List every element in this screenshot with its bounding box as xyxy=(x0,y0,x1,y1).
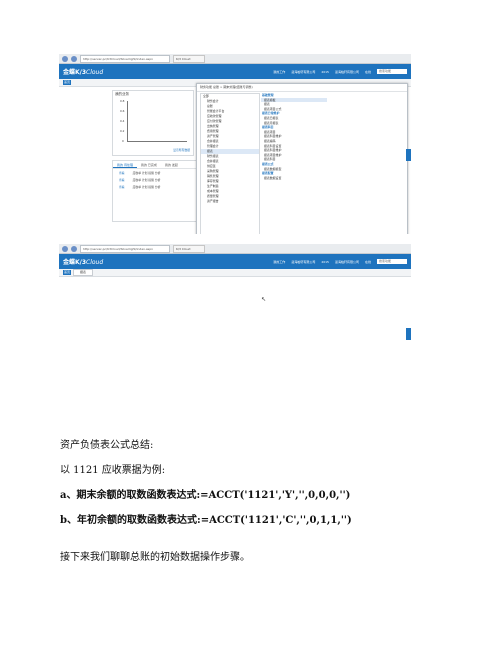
formula-b-label: b、年初余额的取数函数表达式: xyxy=(60,515,201,526)
search-input[interactable]: 搜索功能 xyxy=(377,69,407,74)
top-menu-item[interactable]: 2015 xyxy=(321,70,329,74)
y-axis xyxy=(127,101,128,141)
k3-logo: 金蝶K/3Cloud xyxy=(63,259,104,266)
top-menu: 我的工作 蓝海柏轩有限公司 2015 蓝海柏轩有限公司 在线 搜索功能 xyxy=(273,69,407,74)
function-list: 基础管理 报表模板 报表 报表项目公式 报表日常维护 报表日报表 报表月报表 报表科目 报表项目… xyxy=(261,93,327,233)
app-header: 金蝶K/3Cloud 我的工作 蓝海柏轩有限公司 2015 蓝海柏轩有限公司 在… xyxy=(59,64,411,79)
mouse-cursor-icon: ↖ xyxy=(261,296,267,303)
next-step-text: 接下来我们聊聊总账的初始数据操作步骤。 xyxy=(60,552,250,563)
view-link[interactable]: 查看 xyxy=(119,171,125,175)
browser-tab[interactable]: K/3 Cloud xyxy=(173,244,205,253)
popup-breadcrumb: 财务功能 总账 > 期末处理(结账与调整) xyxy=(197,84,407,92)
search-input[interactable]: 搜索功能 xyxy=(377,259,407,264)
list-item-text: 应收单 计划 提醒 分析 xyxy=(132,170,161,175)
y-tick-label: 0.6 xyxy=(120,109,125,113)
show-all-link[interactable]: 显示所有数据 xyxy=(173,148,190,152)
view-link[interactable]: 查看 xyxy=(119,185,125,189)
summary-title: 资产负债表公式总结: xyxy=(60,440,154,451)
function-menu-popup: 财务功能 总账 > 期末处理(结账与调整) 全部 财务会计 总账 智能会计平台 应收款管… xyxy=(196,83,408,234)
tab-home[interactable]: 首页 xyxy=(63,80,71,85)
function-tree: 全部 财务会计 总账 智能会计平台 应收款管理 应付款管理 出纳管理 费用管理 资产管理 合并报表… xyxy=(200,93,260,234)
view-link[interactable]: 查看 xyxy=(119,178,125,182)
function-item[interactable]: 报表数据设置 xyxy=(261,176,327,181)
tab-done[interactable]: 我的 已完成 xyxy=(137,161,161,168)
back-button[interactable] xyxy=(62,55,68,62)
screenshot-k3-home-with-menu: http://server-pc/K3Cloud/Silverlight/ind… xyxy=(59,54,411,234)
business-chart-panel: 我的业务 0.8 0.6 0.4 0.2 0 显示所有数据 xyxy=(112,90,194,156)
formula-b: =ACCT('1121','C','',0,1,1,'') xyxy=(200,515,352,526)
tab-initiated[interactable]: 我的 发起 xyxy=(161,161,182,168)
address-bar[interactable]: http://server-pc/K3Cloud/Silverlight/ind… xyxy=(80,244,170,253)
forward-button[interactable] xyxy=(71,245,77,252)
formula-b-line: b、年初余额的取数函数表达式:=ACCT('1121','C','',0,1,1… xyxy=(60,511,352,526)
tab-home[interactable]: 首页 xyxy=(63,270,71,275)
tree-item[interactable]: 资产报告 xyxy=(201,199,259,204)
formula-a-label: a、期末余额的取数函数表达式: xyxy=(60,490,201,501)
top-menu-item[interactable]: 我的工作 xyxy=(273,70,285,74)
list-item-text: 应收单 计划 提醒 分析 xyxy=(132,184,161,189)
browser-toolbar: http://server-pc/K3Cloud/Silverlight/ind… xyxy=(59,244,411,254)
back-button[interactable] xyxy=(62,245,68,252)
address-bar[interactable]: http://server-pc/K3Cloud/Silverlight/ind… xyxy=(80,54,170,63)
forward-button[interactable] xyxy=(71,55,77,62)
top-menu-item[interactable]: 2015 xyxy=(321,260,329,264)
top-menu-item[interactable]: 蓝海柏轩有限公司 xyxy=(335,70,359,74)
top-menu-item[interactable]: 在线 xyxy=(365,260,371,264)
top-menu-item[interactable]: 蓝海柏轩有限公司 xyxy=(335,260,359,264)
top-menu-item[interactable]: 蓝海柏轩有限公司 xyxy=(291,70,315,74)
top-menu-item[interactable]: 在线 xyxy=(365,70,371,74)
browser-tab[interactable]: K/3 Cloud xyxy=(173,54,205,63)
top-menu: 我的工作 蓝海柏轩有限公司 2015 蓝海柏轩有限公司 在线 搜索功能 xyxy=(273,259,407,264)
side-collapse-handle[interactable] xyxy=(406,328,411,340)
formula-a-line: a、期末余额的取数函数表达式:=ACCT('1121','Y','',0,0,0… xyxy=(60,486,350,501)
y-tick-label: 0.4 xyxy=(120,119,125,123)
y-tick-label: 0.2 xyxy=(120,129,125,133)
tab-bar: 首页 报表 xyxy=(59,269,411,277)
browser-toolbar: http://server-pc/K3Cloud/Silverlight/ind… xyxy=(59,54,411,64)
top-menu-item[interactable]: 蓝海柏轩有限公司 xyxy=(291,260,315,264)
tab-pending[interactable]: 我的 待处理 xyxy=(113,161,137,168)
y-tick-label: 0.8 xyxy=(120,99,125,103)
panel-title: 我的业务 xyxy=(115,92,129,96)
side-collapse-handle[interactable] xyxy=(406,149,411,161)
k3-logo: 金蝶K/3Cloud xyxy=(63,69,104,76)
tab-report[interactable]: 报表 xyxy=(73,269,93,276)
y-tick-label: 0 xyxy=(122,139,124,143)
app-header: 金蝶K/3Cloud 我的工作 蓝海柏轩有限公司 2015 蓝海柏轩有限公司 在… xyxy=(59,254,411,269)
formula-a: =ACCT('1121','Y','',0,0,0,'') xyxy=(200,490,351,501)
list-item-text: 应收单 计划 提醒 分析 xyxy=(132,177,161,182)
top-menu-item[interactable]: 我的工作 xyxy=(273,260,285,264)
x-axis xyxy=(127,141,187,142)
screenshot-k3-report-blank: http://server-pc/K3Cloud/Silverlight/ind… xyxy=(59,244,411,416)
example-intro: 以 1121 应收票据为例: xyxy=(60,465,166,476)
